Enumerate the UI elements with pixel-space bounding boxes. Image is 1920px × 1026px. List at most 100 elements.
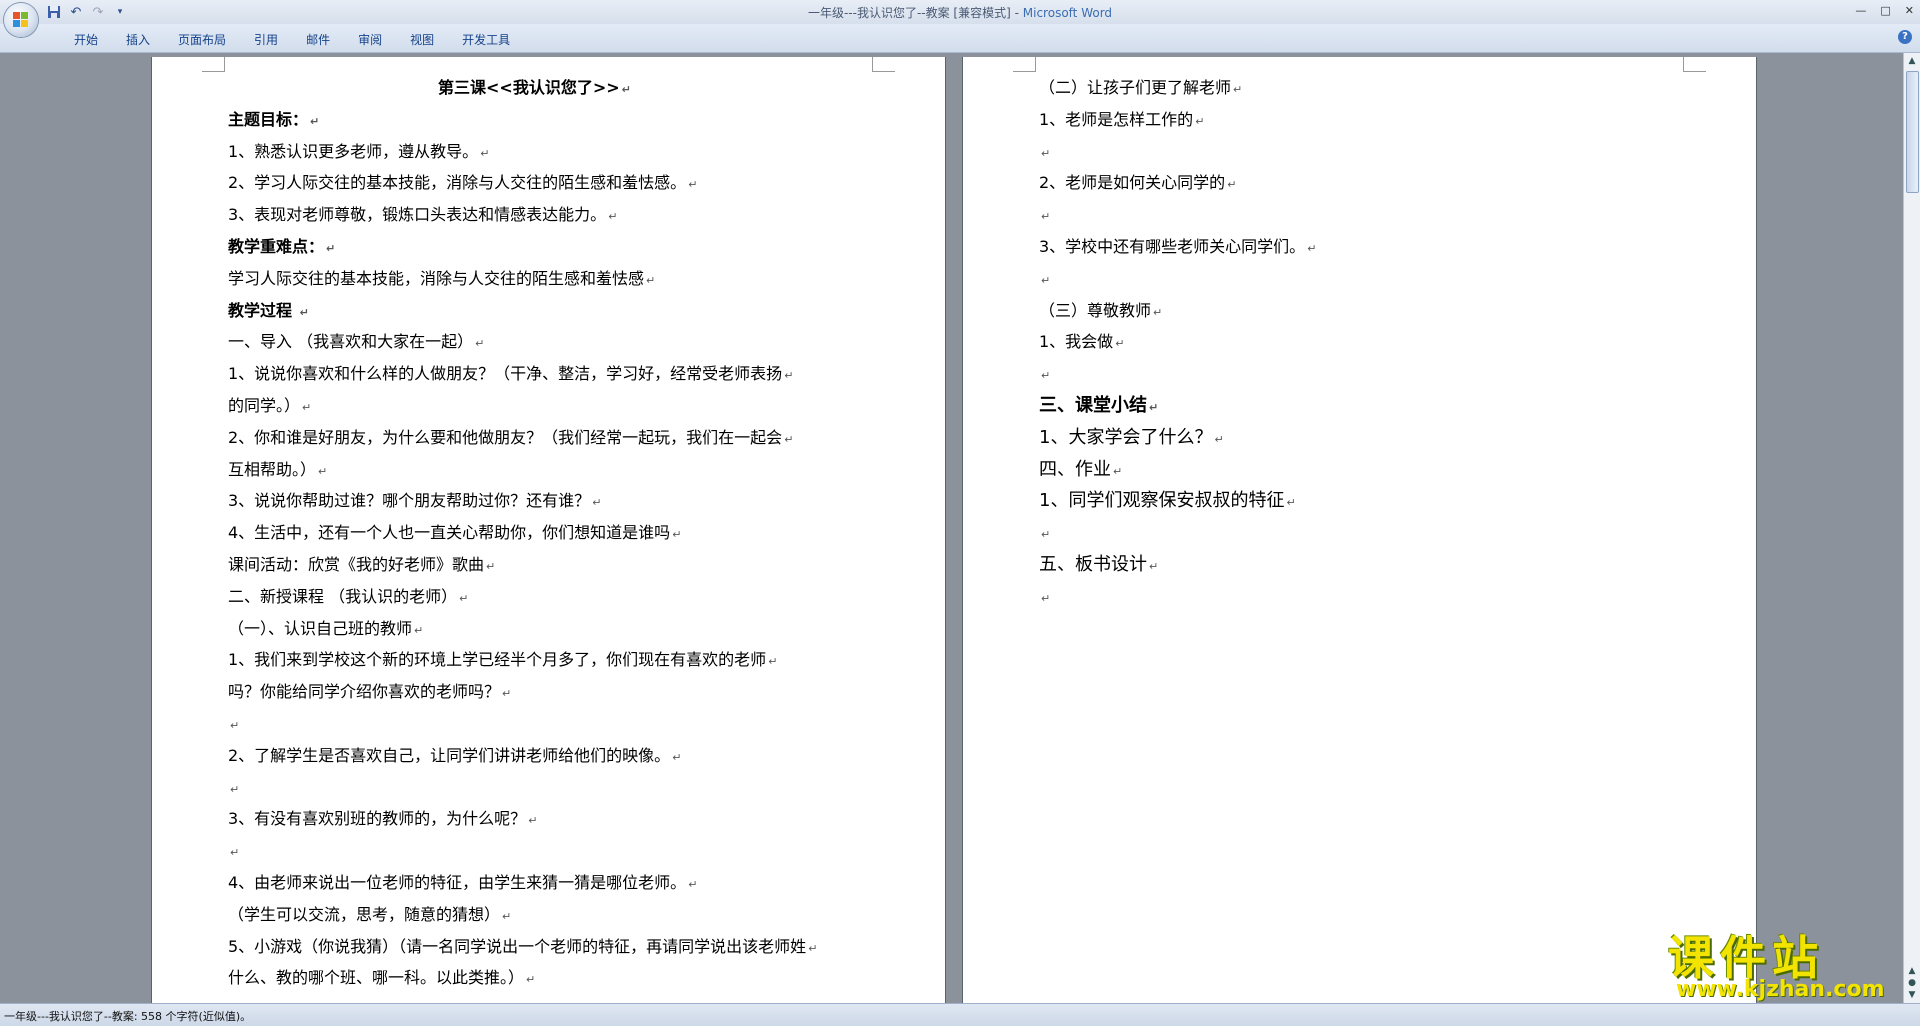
margin-corner-mark [202, 57, 225, 72]
paragraph-mark-icon: ↵ [1149, 560, 1159, 573]
paragraph-text: 3、学校中还有哪些老师关心同学们。 [1039, 237, 1306, 256]
paragraph-line[interactable]: 2、老师是如何关心同学的 ↵ [1039, 172, 1236, 196]
paragraph-mark-icon: ↵ [1041, 210, 1051, 224]
paragraph-mark-icon: ↵ [480, 146, 490, 160]
paragraph-text: 的同学。） [228, 396, 301, 415]
document-page-left[interactable]: 第三课<<我认识您了>> ↵ 主题目标： ↵ 1、熟悉认识更多老师，遵从教导。 ↵ 2、学… [152, 57, 945, 1017]
tab-insert[interactable]: 插入 [112, 29, 164, 50]
paragraph-mark-icon: ↵ [1149, 401, 1159, 414]
paragraph-line[interactable]: 教学重难点： ↵ [228, 236, 335, 260]
paragraph-line[interactable]: 1、我们来到学校这个新的环境上学已经半个月多了，你们现在有喜欢的老师 ↵ [228, 649, 777, 673]
paragraph-line[interactable]: 互相帮助。） ↵ [228, 459, 327, 483]
paragraph-mark-icon: ↵ [1115, 337, 1125, 351]
previous-page-icon[interactable]: ▲ [1906, 965, 1918, 977]
paragraph-text: 教学重难点： [228, 237, 325, 256]
paragraph-line[interactable]: 1、我会做 ↵ [1039, 331, 1124, 355]
paragraph-line[interactable]: 4、由老师来说出一位老师的特征，由学生来猜一猜是哪位老师。 ↵ [228, 872, 697, 896]
paragraph-line[interactable]: 吗？你能给同学介绍你喜欢的老师吗？ ↵ [228, 681, 511, 705]
paragraph-line[interactable]: 教学过程 ↵ [228, 300, 309, 324]
paragraph-mark-icon: ↵ [486, 560, 496, 573]
paragraph-line[interactable]: 1、老师是怎样工作的 ↵ [1039, 109, 1204, 133]
paragraph-mark-icon: ↵ [621, 83, 631, 96]
paragraph-line[interactable]: 3、说说你帮助过谁？哪个朋友帮助过你？还有谁？ ↵ [228, 490, 601, 514]
paragraph-mark-icon: ↵ [672, 750, 682, 764]
tab-page-layout[interactable]: 页面布局 [164, 29, 240, 50]
paragraph-line[interactable]: 课间活动：欣赏《我的好老师》歌曲 ↵ [228, 554, 495, 578]
paragraph-line[interactable]: （学生可以交流，思考，随意的猜想） ↵ [228, 904, 511, 928]
paragraph-line[interactable]: 4、生活中，还有一个人也一直关心帮助你，你们想知道是谁吗 ↵ [228, 522, 681, 546]
paragraph-line[interactable]: ↵ [1039, 522, 1050, 546]
paragraph-text: 三、课堂小结 [1039, 395, 1147, 416]
paragraph-line[interactable]: ↵ [1039, 586, 1050, 610]
paragraph-mark-icon: ↵ [608, 210, 618, 224]
paragraph-text: 一、导入 （我喜欢和大家在一起） [228, 332, 474, 352]
paragraph-mark-icon: ↵ [502, 909, 512, 923]
office-button[interactable] [4, 3, 38, 37]
paragraph-mark-icon: ↵ [1227, 178, 1237, 192]
paragraph-line[interactable]: 五、板书设计 ↵ [1039, 554, 1158, 578]
paragraph-line[interactable]: 二、新授课程 （我认识的老师） ↵ [228, 586, 468, 610]
paragraph-line[interactable]: 1、说说你喜欢和什么样的人做朋友？（干净、整洁，学习好，经常受老师表扬 ↵ [228, 363, 793, 387]
paragraph-line[interactable]: 3、学校中还有哪些老师关心同学们。 ↵ [1039, 236, 1316, 260]
paragraph-line[interactable]: ↵ [1039, 363, 1050, 387]
paragraph-line[interactable]: （一）、认识自己班的教师 ↵ [228, 618, 423, 642]
paragraph-line[interactable]: （二）让孩子们更了解老师 ↵ [1039, 77, 1242, 101]
paragraph-line[interactable]: 2、你和谁是好朋友，为什么要和他做朋友？（我们经常一起玩，我们在一起会 ↵ [228, 427, 793, 451]
paragraph-text: 二、新授课程 （我认识的老师） [228, 586, 458, 606]
paragraph-line[interactable]: 学习人际交往的基本技能，消除与人交往的陌生感和羞怯感 ↵ [228, 268, 655, 292]
paragraph-line[interactable]: ↵ [1039, 141, 1050, 165]
paragraph-line[interactable]: 5、小游戏（你说我猜）（请一名同学说出一个老师的特征，再请同学说出该老师姓 ↵ [228, 936, 817, 960]
paragraph-line[interactable]: ↵ [1039, 268, 1050, 292]
paragraph-line[interactable]: 1、熟悉认识更多老师，遵从教导。 ↵ [228, 141, 489, 165]
paragraph-text: 4、生活中，还有一个人也一直关心帮助你，你们想知道是谁吗 [228, 523, 671, 543]
paragraph-mark-icon: ↵ [1286, 496, 1296, 510]
tab-home[interactable]: 开始 [60, 29, 112, 50]
paragraph-text: 4、由老师来说出一位老师的特征，由学生来猜一猜是哪位老师。 [228, 873, 687, 892]
paragraph-line[interactable]: 一、导入 （我喜欢和大家在一起） ↵ [228, 331, 484, 355]
maximize-button[interactable]: □ [1880, 4, 1890, 17]
paragraph-line[interactable]: ↵ [1039, 204, 1050, 228]
paragraph-line[interactable]: 三、课堂小结 ↵ [1039, 395, 1158, 419]
paragraph-line[interactable]: 主题目标： ↵ [228, 109, 319, 133]
paragraph-line[interactable]: 什么、教的哪个班、哪一科。以此类推。） ↵ [228, 967, 535, 991]
tab-review[interactable]: 审阅 [344, 29, 396, 50]
tab-references[interactable]: 引用 [240, 29, 292, 50]
paragraph-text: （学生可以交流，思考，随意的猜想） [228, 904, 501, 924]
paragraph-line[interactable]: 1、大家学会了什么？ ↵ [1039, 427, 1224, 451]
paragraph-mark-icon: ↵ [459, 591, 469, 605]
paragraph-line[interactable]: ↵ [228, 777, 239, 801]
paragraph-line[interactable]: 1、同学们观察保安叔叔的特征 ↵ [1039, 490, 1296, 514]
tab-mailings[interactable]: 邮件 [292, 29, 344, 50]
paragraph-mark-icon: ↵ [326, 242, 336, 255]
minimize-button[interactable]: — [1855, 4, 1866, 17]
tab-view[interactable]: 视图 [396, 29, 448, 50]
tab-developer[interactable]: 开发工具 [448, 29, 524, 50]
paragraph-line[interactable]: ↵ [228, 713, 239, 737]
paragraph-line[interactable]: 3、表现对老师尊敬，锻炼口头表达和情感表达能力。 ↵ [228, 204, 617, 228]
document-area[interactable]: 第三课<<我认识您了>> ↵ 主题目标： ↵ 1、熟悉认识更多老师，遵从教导。 ↵ 2、学… [0, 53, 1904, 1017]
scroll-up-icon[interactable]: ▲ [1906, 55, 1918, 67]
status-word-count[interactable]: 一年级---我认识您了--教案: 558 个字符(近似值)。 [4, 1008, 251, 1024]
paragraph-text: 2、学习人际交往的基本技能，消除与人交往的陌生感和羞怯感。 [228, 173, 687, 193]
paragraph-line[interactable]: 2、了解学生是否喜欢自己，让同学们讲讲老师给他们的映像。 ↵ [228, 745, 681, 769]
paragraph-text: 教学过程 [228, 300, 298, 320]
close-button[interactable]: ✕ [1905, 4, 1914, 17]
paragraph-line[interactable]: 3、有没有喜欢别班的教师的，为什么呢？ ↵ [228, 808, 537, 832]
paragraph-line[interactable]: 四、作业 ↵ [1039, 459, 1122, 483]
paragraph-line[interactable]: 的同学。） ↵ [228, 395, 311, 419]
paragraph-line[interactable]: 第三课<<我认识您了>> ↵ [438, 77, 631, 101]
office-logo-icon [13, 12, 29, 28]
paragraph-text: 五、板书设计 [1039, 554, 1147, 575]
document-page-right[interactable]: （二）让孩子们更了解老师 ↵ 1、老师是怎样工作的 ↵ ↵ 2、老师是如何关心同学的 ↵ ↵… [963, 57, 1756, 1017]
paragraph-line[interactable]: 2、学习人际交往的基本技能，消除与人交往的陌生感和羞怯感。 ↵ [228, 172, 697, 196]
paragraph-mark-icon: ↵ [526, 973, 536, 987]
paragraph-text: 课间活动：欣赏《我的好老师》歌曲 [228, 555, 485, 574]
select-browse-object-icon[interactable]: ● [1906, 977, 1918, 989]
paragraph-mark-icon: ↵ [646, 273, 656, 287]
help-icon[interactable]: ? [1898, 30, 1912, 44]
scrollbar-thumb[interactable] [1906, 71, 1919, 193]
paragraph-line[interactable]: ↵ [228, 840, 239, 864]
paragraph-line[interactable]: （三）尊敬教师 ↵ [1039, 300, 1162, 324]
vertical-scrollbar[interactable]: ▲ ▲ ● ▼ [1903, 53, 1920, 1003]
next-page-icon[interactable]: ▼ [1906, 989, 1918, 1001]
